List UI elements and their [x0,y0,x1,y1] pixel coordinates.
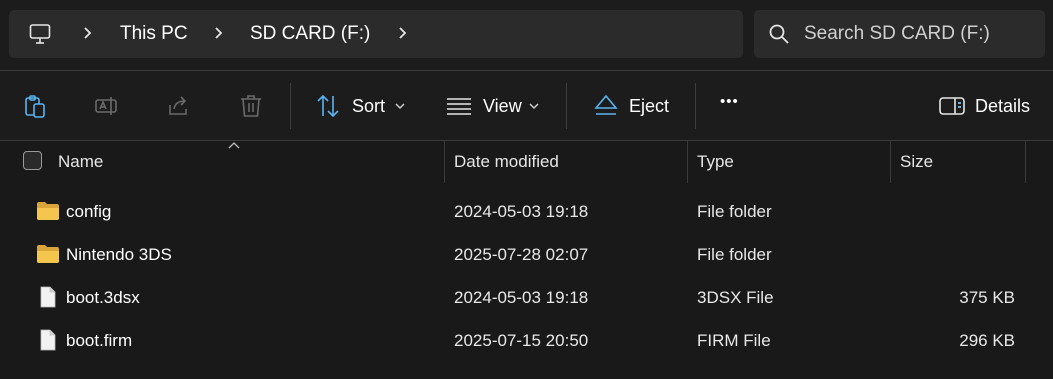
command-bar: Sort View Eject ••• Details [0,71,1053,140]
search-box[interactable] [754,10,1045,58]
file-name[interactable]: boot.3dsx [66,288,140,308]
column-header-row: Name Date modified Type Size [0,141,1053,183]
chevron-right-icon[interactable] [80,26,94,40]
chevron-right-icon[interactable] [395,26,409,40]
file-date: 2024-05-03 19:18 [454,202,589,221]
select-all-checkbox[interactable] [23,151,42,170]
file-size: 375 KB [959,288,1015,307]
file-type: File folder [697,245,772,264]
breadcrumb-this-pc[interactable]: This PC [120,23,188,45]
file-type: 3DSX File [697,288,774,307]
clipboard-icon[interactable] [22,93,48,119]
file-size: 296 KB [959,331,1015,350]
rename-icon[interactable] [94,93,120,119]
column-separator[interactable] [444,141,445,183]
column-header-date[interactable]: Date modified [454,152,559,172]
search-input[interactable] [804,20,1034,48]
share-icon[interactable] [166,93,192,119]
file-date: 2025-07-15 20:50 [454,331,589,350]
delete-icon[interactable] [238,93,264,119]
column-header-size[interactable]: Size [900,152,933,172]
pc-icon[interactable] [28,22,52,46]
folder-icon [37,202,59,220]
sort-ascending-icon [228,142,240,149]
view-button[interactable]: View [483,96,522,117]
sort-button[interactable]: Sort [352,96,385,117]
file-type: File folder [697,202,772,221]
file-name[interactable]: boot.firm [66,331,132,351]
file-date: 2024-05-03 19:18 [454,288,589,307]
breadcrumb[interactable]: This PC SD CARD (F:) [9,10,743,58]
eject-button[interactable]: Eject [629,96,669,117]
more-options-button[interactable]: ••• [720,93,739,110]
sort-icon[interactable] [315,93,341,119]
folder-icon [37,245,59,263]
file-row[interactable]: config 2024-05-03 19:18 File folder [0,190,1053,233]
file-row[interactable]: Nintendo 3DS 2025-07-28 02:07 File folde… [0,233,1053,276]
command-separator [566,83,567,129]
details-button[interactable]: Details [975,96,1030,117]
chevron-down-icon[interactable] [395,102,405,110]
file-row[interactable]: boot.3dsx 2024-05-03 19:18 3DSX File 375… [0,276,1053,319]
file-date: 2025-07-28 02:07 [454,245,589,264]
column-separator[interactable] [687,141,688,183]
file-type: FIRM File [697,331,771,350]
file-icon [40,329,56,351]
chevron-down-icon[interactable] [529,102,539,110]
view-icon[interactable] [446,93,472,119]
eject-icon[interactable] [593,93,619,119]
file-row[interactable]: boot.firm 2025-07-15 20:50 FIRM File 296… [0,319,1053,362]
column-separator[interactable] [890,141,891,183]
details-pane-icon[interactable] [939,93,965,119]
column-header-name[interactable]: Name [58,152,103,172]
file-icon [40,286,56,308]
command-separator [695,83,696,129]
column-header-type[interactable]: Type [697,152,734,172]
column-separator[interactable] [1025,141,1026,183]
chevron-right-icon[interactable] [211,26,225,40]
search-icon [769,24,789,44]
file-name[interactable]: config [66,202,111,222]
command-separator [290,83,291,129]
address-toolbar: This PC SD CARD (F:) [0,0,1053,70]
file-name[interactable]: Nintendo 3DS [66,245,172,265]
breadcrumb-sd-card[interactable]: SD CARD (F:) [250,23,370,45]
